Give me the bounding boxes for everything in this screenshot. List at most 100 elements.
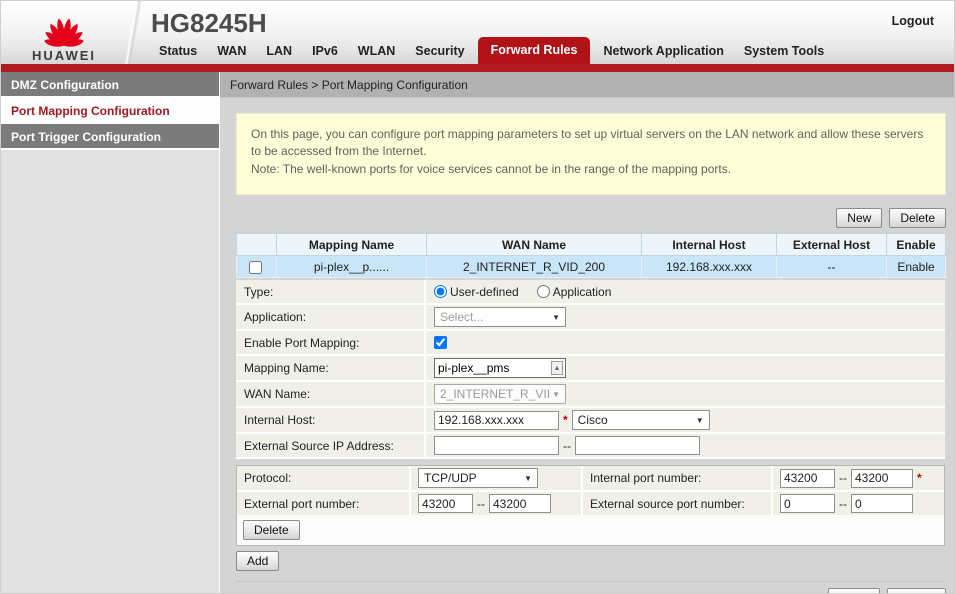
wan-name-label: WAN Name:	[236, 382, 426, 406]
content-area: Forward Rules > Port Mapping Configurati…	[220, 72, 954, 594]
note-line-2: Note: The well-known ports for voice ser…	[251, 161, 931, 178]
chevron-down-icon: ▼	[696, 416, 704, 425]
huawei-flower-icon	[31, 5, 97, 47]
huawei-logo: HUAWEI	[19, 5, 109, 63]
accent-bar	[1, 64, 954, 72]
tab-forward-rules[interactable]: Forward Rules	[478, 37, 591, 64]
cancel-button[interactable]: Cancel	[887, 588, 946, 594]
range-separator: --	[563, 439, 571, 453]
device-select[interactable]: Cisco ▼	[572, 410, 710, 430]
table-header-row: Mapping Name WAN Name Internal Host Exte…	[237, 234, 946, 256]
row-select-checkbox[interactable]	[249, 261, 262, 274]
application-select-value: Select...	[440, 310, 483, 324]
cell-internal-host: 192.168.xxx.xxx	[642, 256, 777, 278]
required-marker: *	[917, 471, 922, 485]
form-row-wan-name: WAN Name: 2_INTERNET_R_VII ▼	[236, 382, 945, 408]
spinner-icon[interactable]: ▲	[551, 361, 563, 375]
external-source-port-to-input[interactable]	[851, 494, 913, 513]
tab-security[interactable]: Security	[405, 39, 474, 64]
internal-port-label: Internal port number:	[583, 466, 771, 490]
sidebar: DMZ Configuration Port Mapping Configura…	[1, 72, 220, 594]
type-user-defined-option[interactable]: User-defined	[434, 285, 519, 299]
form-footer: Apply Cancel	[236, 581, 946, 594]
enable-port-mapping-checkbox[interactable]	[434, 336, 447, 349]
tab-lan[interactable]: LAN	[256, 39, 302, 64]
range-separator: --	[839, 497, 847, 511]
required-marker: *	[563, 413, 568, 427]
col-enable: Enable	[887, 234, 946, 256]
breadcrumb: Forward Rules > Port Mapping Configurati…	[220, 72, 954, 98]
logout-link[interactable]: Logout	[892, 14, 934, 28]
range-separator: --	[839, 471, 847, 485]
external-source-port-from-input[interactable]	[780, 494, 835, 513]
sidebar-item-port-mapping-configuration[interactable]: Port Mapping Configuration	[1, 98, 219, 124]
add-button[interactable]: Add	[236, 551, 279, 571]
external-port-label: External port number:	[237, 492, 409, 515]
mapping-form: Type: User-defined Application	[236, 280, 945, 459]
mapping-name-label: Mapping Name:	[236, 356, 426, 380]
wan-name-select-value: 2_INTERNET_R_VII	[440, 387, 550, 401]
form-row-external-source-ip: External Source IP Address: --	[236, 434, 945, 459]
delete-button[interactable]: Delete	[889, 208, 946, 228]
external-ip-from-input[interactable]	[434, 436, 559, 455]
col-external-host: External Host	[777, 234, 887, 256]
external-ip-to-input[interactable]	[575, 436, 700, 455]
chevron-down-icon: ▼	[552, 313, 560, 322]
internal-port-from-input[interactable]	[780, 469, 835, 488]
table-row[interactable]: pi-plex__p...... 2_INTERNET_R_VID_200 19…	[237, 256, 946, 278]
external-port-from-input[interactable]	[418, 494, 473, 513]
type-application-option[interactable]: Application	[537, 285, 612, 299]
external-port-to-input[interactable]	[489, 494, 551, 513]
col-wan-name: WAN Name	[427, 234, 642, 256]
tab-network-application[interactable]: Network Application	[593, 39, 733, 64]
brand-text: HUAWEI	[19, 48, 109, 63]
col-mapping-name: Mapping Name	[277, 234, 427, 256]
mapping-name-input[interactable]	[435, 360, 535, 376]
tab-ipv6[interactable]: IPv6	[302, 39, 348, 64]
cell-wan-name: 2_INTERNET_R_VID_200	[427, 256, 642, 278]
application-select[interactable]: Select... ▼	[434, 307, 566, 327]
router-admin-page: HUAWEI HG8245H Logout Status WAN LAN IPv…	[0, 0, 955, 594]
internal-host-input[interactable]	[434, 411, 559, 430]
application-option-label: Application	[553, 285, 612, 299]
new-button[interactable]: New	[836, 208, 882, 228]
mapping-name-combo: ▲	[434, 358, 566, 378]
form-row-mapping-name: Mapping Name: ▲	[236, 356, 945, 382]
protocol-select-value: TCP/UDP	[424, 471, 477, 485]
header-diagonal-divider	[119, 1, 145, 64]
chevron-down-icon: ▼	[552, 390, 560, 399]
apply-button[interactable]: Apply	[828, 588, 880, 594]
enable-port-mapping-label: Enable Port Mapping:	[236, 331, 426, 354]
select-column-header	[237, 234, 277, 256]
cell-enable: Enable	[887, 256, 946, 278]
sidebar-item-dmz-configuration[interactable]: DMZ Configuration	[1, 72, 219, 98]
tab-wlan[interactable]: WLAN	[348, 39, 406, 64]
tab-status[interactable]: Status	[149, 39, 207, 64]
note-line-1: On this page, you can configure port map…	[251, 126, 931, 161]
form-row-type: Type: User-defined Application	[236, 280, 945, 305]
col-internal-host: Internal Host	[642, 234, 777, 256]
range-separator: --	[477, 497, 485, 511]
page-title: HG8245H	[151, 8, 267, 39]
table-toolbar: New Delete	[236, 208, 946, 228]
application-radio[interactable]	[537, 285, 550, 298]
protocol-select[interactable]: TCP/UDP ▼	[418, 468, 538, 488]
internal-port-to-input[interactable]	[851, 469, 913, 488]
form-row-application: Application: Select... ▼	[236, 305, 945, 331]
cell-mapping-name: pi-plex__p......	[277, 256, 427, 278]
user-defined-radio[interactable]	[434, 285, 447, 298]
port-settings-section: Protocol: TCP/UDP ▼ Internal port number…	[236, 465, 945, 546]
tab-system-tools[interactable]: System Tools	[734, 39, 834, 64]
cell-external-host: --	[777, 256, 887, 278]
port-row-delete-button[interactable]: Delete	[243, 520, 300, 540]
user-defined-label: User-defined	[450, 285, 519, 299]
sidebar-item-port-trigger-configuration[interactable]: Port Trigger Configuration	[1, 124, 219, 150]
protocol-label: Protocol:	[237, 466, 409, 490]
form-row-internal-host: Internal Host: * Cisco ▼	[236, 408, 945, 434]
external-source-ip-label: External Source IP Address:	[236, 434, 426, 457]
tab-wan[interactable]: WAN	[207, 39, 256, 64]
external-source-port-label: External source port number:	[583, 492, 771, 515]
chevron-down-icon: ▼	[524, 474, 532, 483]
header: HUAWEI HG8245H Logout Status WAN LAN IPv…	[1, 1, 954, 64]
page-note: On this page, you can configure port map…	[236, 113, 946, 195]
